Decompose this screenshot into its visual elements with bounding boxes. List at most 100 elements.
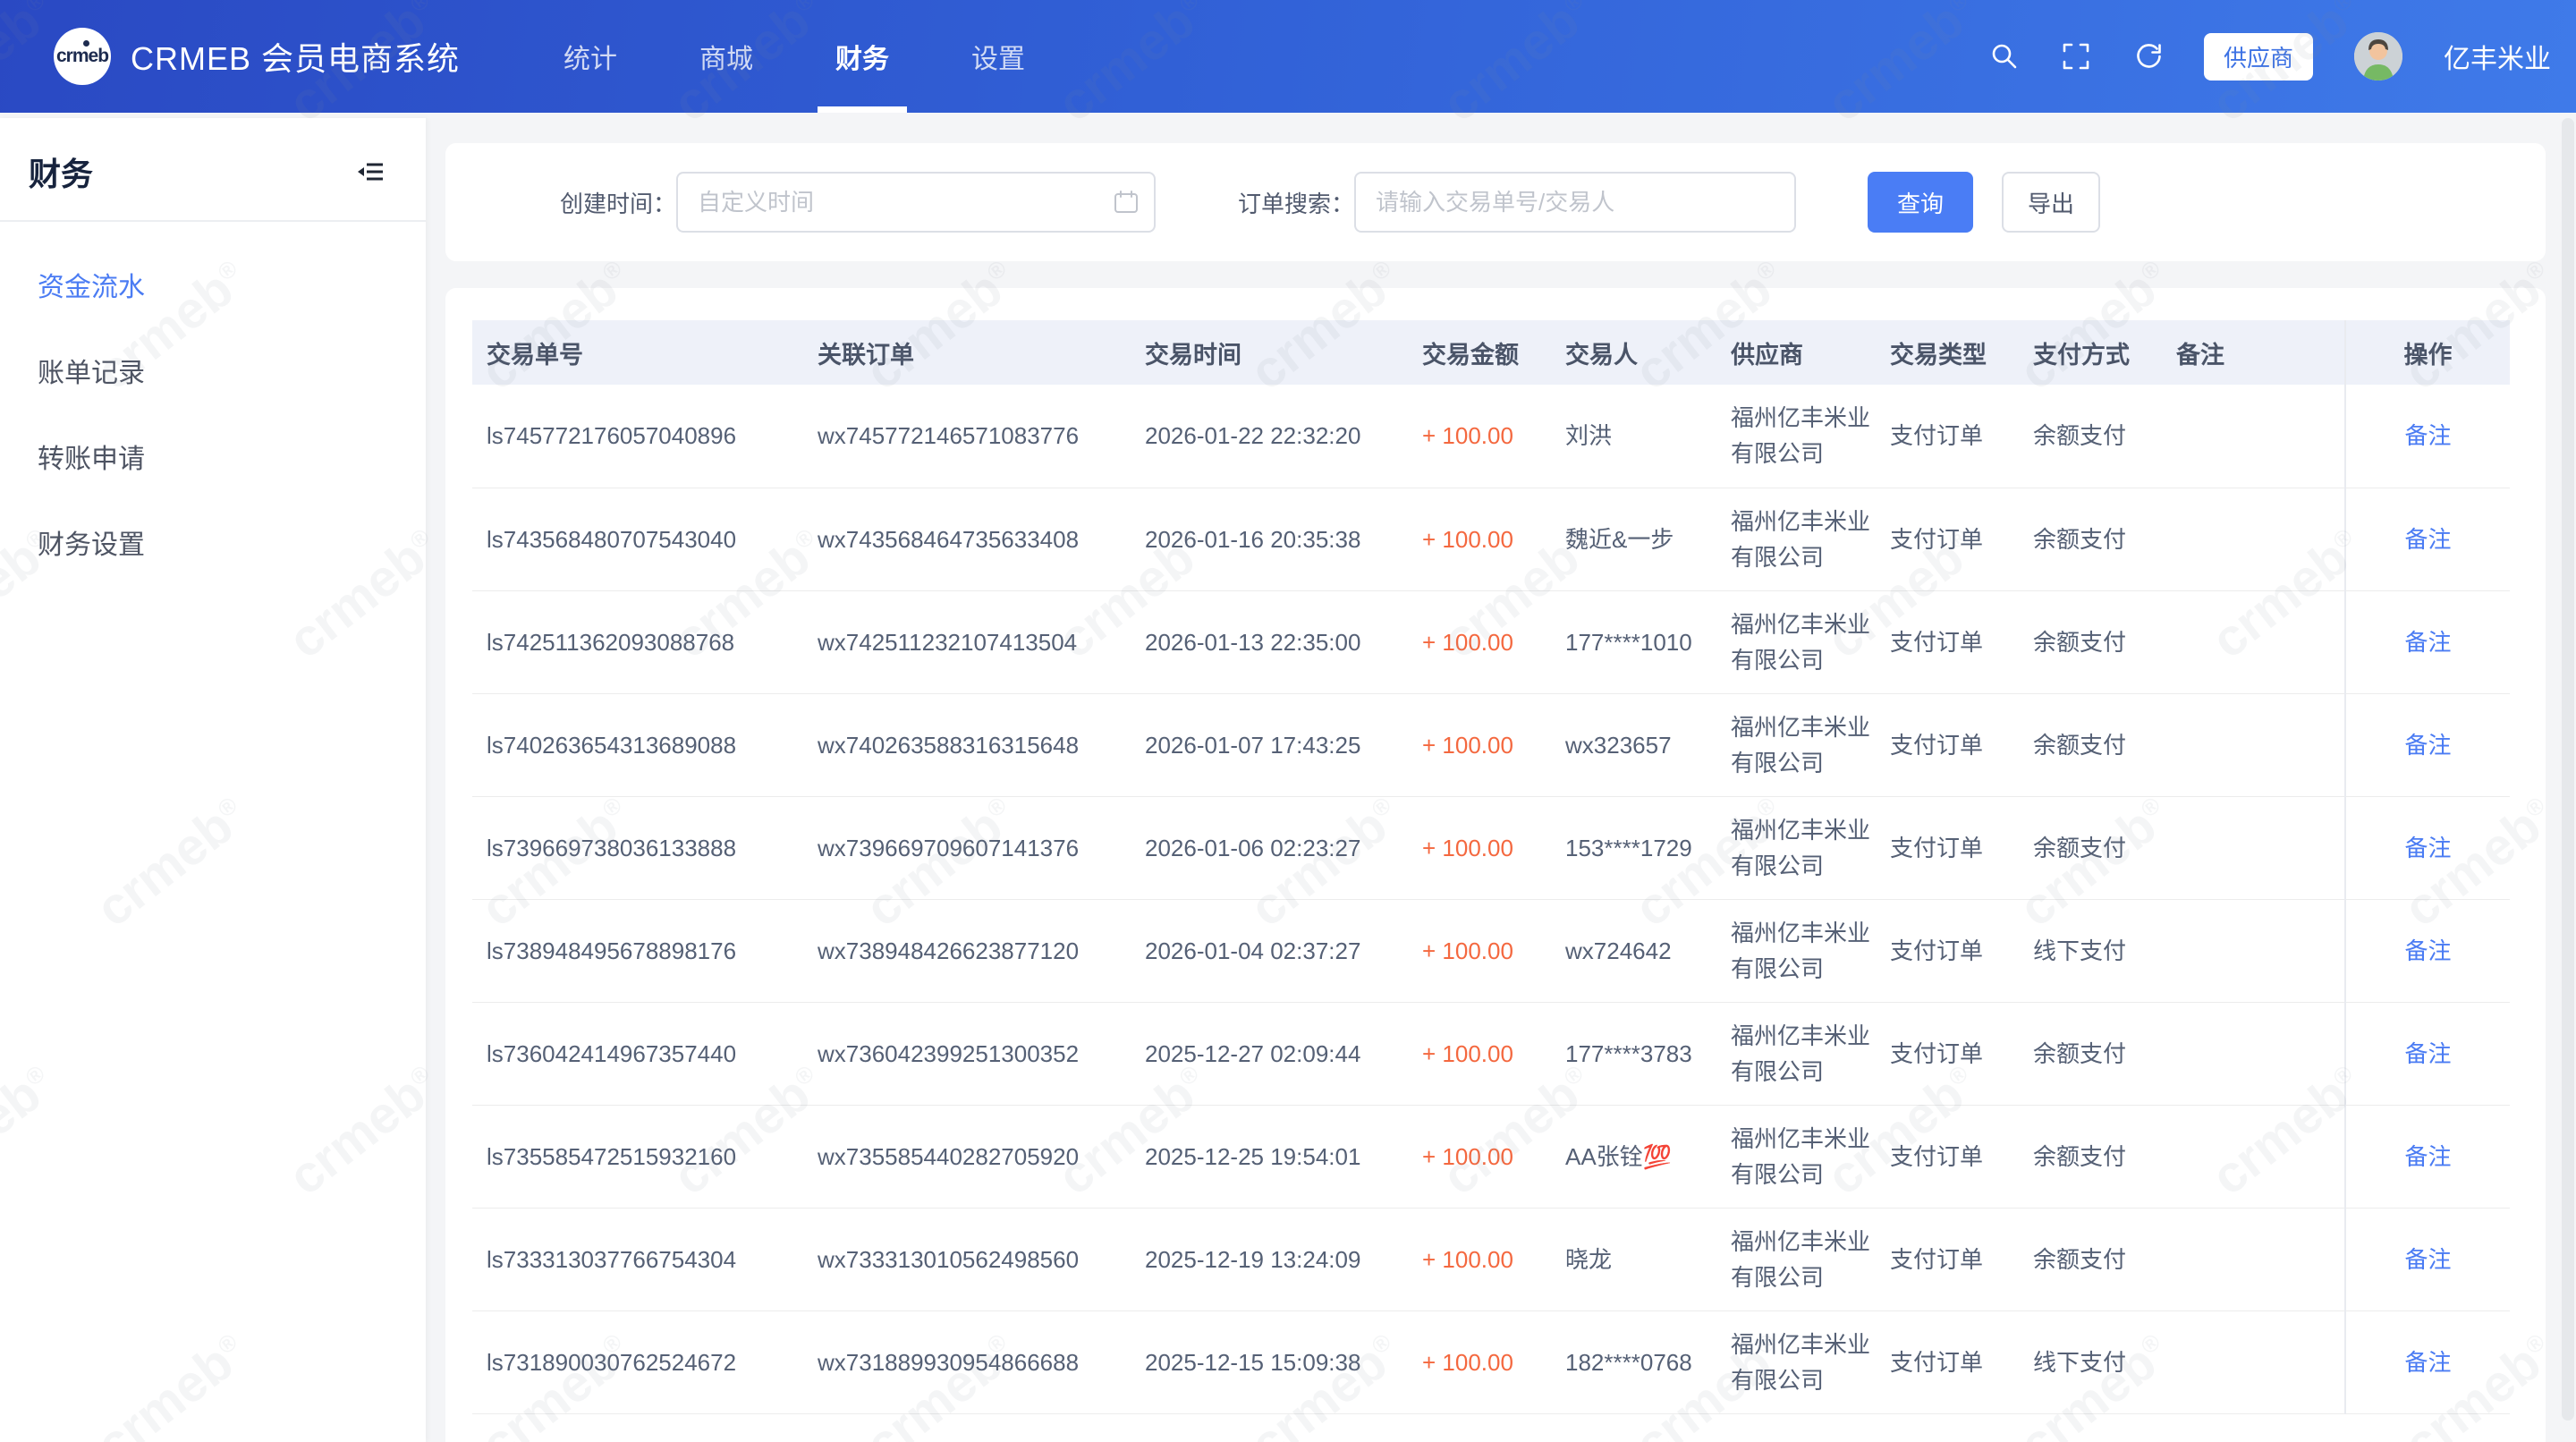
cell-linked-order: wx745772146571083776 xyxy=(803,385,1131,488)
cell-supplier: 福州亿丰米业有限公司 xyxy=(1716,899,1876,1002)
cell-order-no: ls731890030762524672 xyxy=(472,1311,803,1413)
col-order-no: 交易单号 xyxy=(472,320,803,385)
cell-order-no: ls745772176057040896 xyxy=(472,385,803,488)
cell-type: 支付订单 xyxy=(1876,899,2019,1002)
cell-remark xyxy=(2162,796,2345,899)
avatar-image xyxy=(2354,32,2402,81)
cell-amount: + 100.00 xyxy=(1408,590,1551,693)
cell-amount: + 100.00 xyxy=(1408,1208,1551,1311)
sidebar-item-bill-records[interactable]: 账单记录 xyxy=(0,331,426,417)
cell-actions: 备注 xyxy=(2345,693,2510,796)
vertical-scrollbar[interactable] xyxy=(2562,118,2574,1421)
nav-item-settings[interactable]: 设置 xyxy=(953,0,1043,113)
remark-action-link[interactable]: 备注 xyxy=(2404,835,2451,861)
cell-pay-method: 线下支付 xyxy=(2019,1311,2162,1413)
remark-action-link[interactable]: 备注 xyxy=(2404,526,2451,553)
sidebar-item-fund-flow[interactable]: 资金流水 xyxy=(0,245,426,331)
cell-trader: 177****1010 xyxy=(1551,590,1716,693)
cell-trader: wx323657 xyxy=(1551,693,1716,796)
fullscreen-icon[interactable] xyxy=(2061,41,2091,72)
cell-time: 2025-12-27 02:09:44 xyxy=(1131,1002,1408,1105)
cell-type: 支付订单 xyxy=(1876,1208,2019,1311)
cell-remark xyxy=(2162,1105,2345,1208)
cell-remark xyxy=(2162,693,2345,796)
cell-time: 2026-01-04 02:37:27 xyxy=(1131,899,1408,1002)
table-row: ls731890030762524672 wx73188993095486668… xyxy=(472,1311,2510,1413)
cell-supplier: 福州亿丰米业有限公司 xyxy=(1716,385,1876,488)
cell-trader: 153****1729 xyxy=(1551,796,1716,899)
cell-supplier: 福州亿丰米业有限公司 xyxy=(1716,1002,1876,1105)
top-navbar: crmeb CRMEB 会员电商系统 统计 商城 财务 设置 供应商 xyxy=(0,0,2576,113)
cell-time: 2026-01-16 20:35:38 xyxy=(1131,488,1408,590)
order-search-input[interactable] xyxy=(1354,172,1796,233)
remark-action-link[interactable]: 备注 xyxy=(2404,1246,2451,1273)
nav-item-mall[interactable]: 商城 xyxy=(682,0,771,113)
cell-order-no: ls742511362093088768 xyxy=(472,590,803,693)
nav-item-statistics[interactable]: 统计 xyxy=(546,0,635,113)
cell-trader: wx724642 xyxy=(1551,899,1716,1002)
cell-actions: 备注 xyxy=(2345,488,2510,590)
logo-text: crmeb xyxy=(56,46,108,67)
cell-remark xyxy=(2162,1002,2345,1105)
remark-action-link[interactable]: 备注 xyxy=(2404,732,2451,759)
cell-type: 支付订单 xyxy=(1876,1002,2019,1105)
cell-linked-order: wx735585440282705920 xyxy=(803,1105,1131,1208)
cell-amount: + 100.00 xyxy=(1408,488,1551,590)
cell-order-no: ls733313037766754304 xyxy=(472,1208,803,1311)
cell-supplier: 福州亿丰米业有限公司 xyxy=(1716,1208,1876,1311)
cell-linked-order: wx731889930954866688 xyxy=(803,1311,1131,1413)
cell-amount: + 100.00 xyxy=(1408,693,1551,796)
remark-action-link[interactable]: 备注 xyxy=(2404,937,2451,964)
search-icon[interactable] xyxy=(1989,41,2020,72)
query-button[interactable]: 查询 xyxy=(1868,172,1973,233)
menu-fold-icon[interactable] xyxy=(356,157,385,186)
sidebar-item-finance-settings[interactable]: 财务设置 xyxy=(0,503,426,589)
navbar-right: 供应商 亿丰米业 xyxy=(1989,0,2551,113)
cell-actions: 备注 xyxy=(2345,1208,2510,1311)
cell-time: 2026-01-06 02:23:27 xyxy=(1131,796,1408,899)
cell-actions: 备注 xyxy=(2345,899,2510,1002)
remark-action-link[interactable]: 备注 xyxy=(2404,1349,2451,1376)
cell-linked-order: wx740263588316315648 xyxy=(803,693,1131,796)
cell-linked-order: wx733313010562498560 xyxy=(803,1208,1131,1311)
sidebar-title: 财务 xyxy=(29,148,93,195)
username-label[interactable]: 亿丰米业 xyxy=(2444,37,2551,76)
remark-action-link[interactable]: 备注 xyxy=(2404,1040,2451,1067)
remark-action-link[interactable]: 备注 xyxy=(2404,629,2451,656)
cell-time: 2025-12-25 19:54:01 xyxy=(1131,1105,1408,1208)
cell-actions: 备注 xyxy=(2345,1002,2510,1105)
cell-pay-method: 余额支付 xyxy=(2019,1208,2162,1311)
cell-trader: AA张铨💯 xyxy=(1551,1105,1716,1208)
table-row: ls735585472515932160 wx73558544028270592… xyxy=(472,1105,2510,1208)
export-button[interactable]: 导出 xyxy=(2002,172,2100,233)
refresh-icon[interactable] xyxy=(2132,41,2163,72)
remark-action-link[interactable]: 备注 xyxy=(2404,1143,2451,1170)
cell-order-no: ls739669738036133888 xyxy=(472,796,803,899)
remark-action-link[interactable]: 备注 xyxy=(2404,422,2451,449)
date-input[interactable] xyxy=(676,172,1156,233)
cell-amount: + 100.00 xyxy=(1408,1311,1551,1413)
cell-remark xyxy=(2162,488,2345,590)
nav-item-finance[interactable]: 财务 xyxy=(818,0,907,113)
order-search xyxy=(1354,172,1796,233)
col-remark: 备注 xyxy=(2162,320,2345,385)
cell-actions: 备注 xyxy=(2345,1105,2510,1208)
cell-order-no: ls736042414967357440 xyxy=(472,1002,803,1105)
cell-trader: 177****3783 xyxy=(1551,1002,1716,1105)
cell-remark xyxy=(2162,1208,2345,1311)
cell-linked-order: wx738948426623877120 xyxy=(803,899,1131,1002)
cell-trader: 182****0768 xyxy=(1551,1311,1716,1413)
main-content: 创建时间： 订单搜索： 查询 导出 xyxy=(426,113,2576,1442)
cell-linked-order: wx742511232107413504 xyxy=(803,590,1131,693)
cell-order-no: ls735585472515932160 xyxy=(472,1105,803,1208)
cell-type: 支付订单 xyxy=(1876,1311,2019,1413)
sidebar-header: 财务 xyxy=(0,118,426,220)
supplier-badge[interactable]: 供应商 xyxy=(2204,33,2313,81)
table-row: ls738948495678898176 wx73894842662387712… xyxy=(472,899,2510,1002)
crmeb-logo[interactable]: crmeb xyxy=(54,28,111,85)
user-avatar[interactable] xyxy=(2354,32,2402,81)
sidebar-item-transfer-apply[interactable]: 转账申请 xyxy=(0,417,426,503)
cell-amount: + 100.00 xyxy=(1408,1105,1551,1208)
cell-actions: 备注 xyxy=(2345,796,2510,899)
date-picker xyxy=(676,172,1156,233)
